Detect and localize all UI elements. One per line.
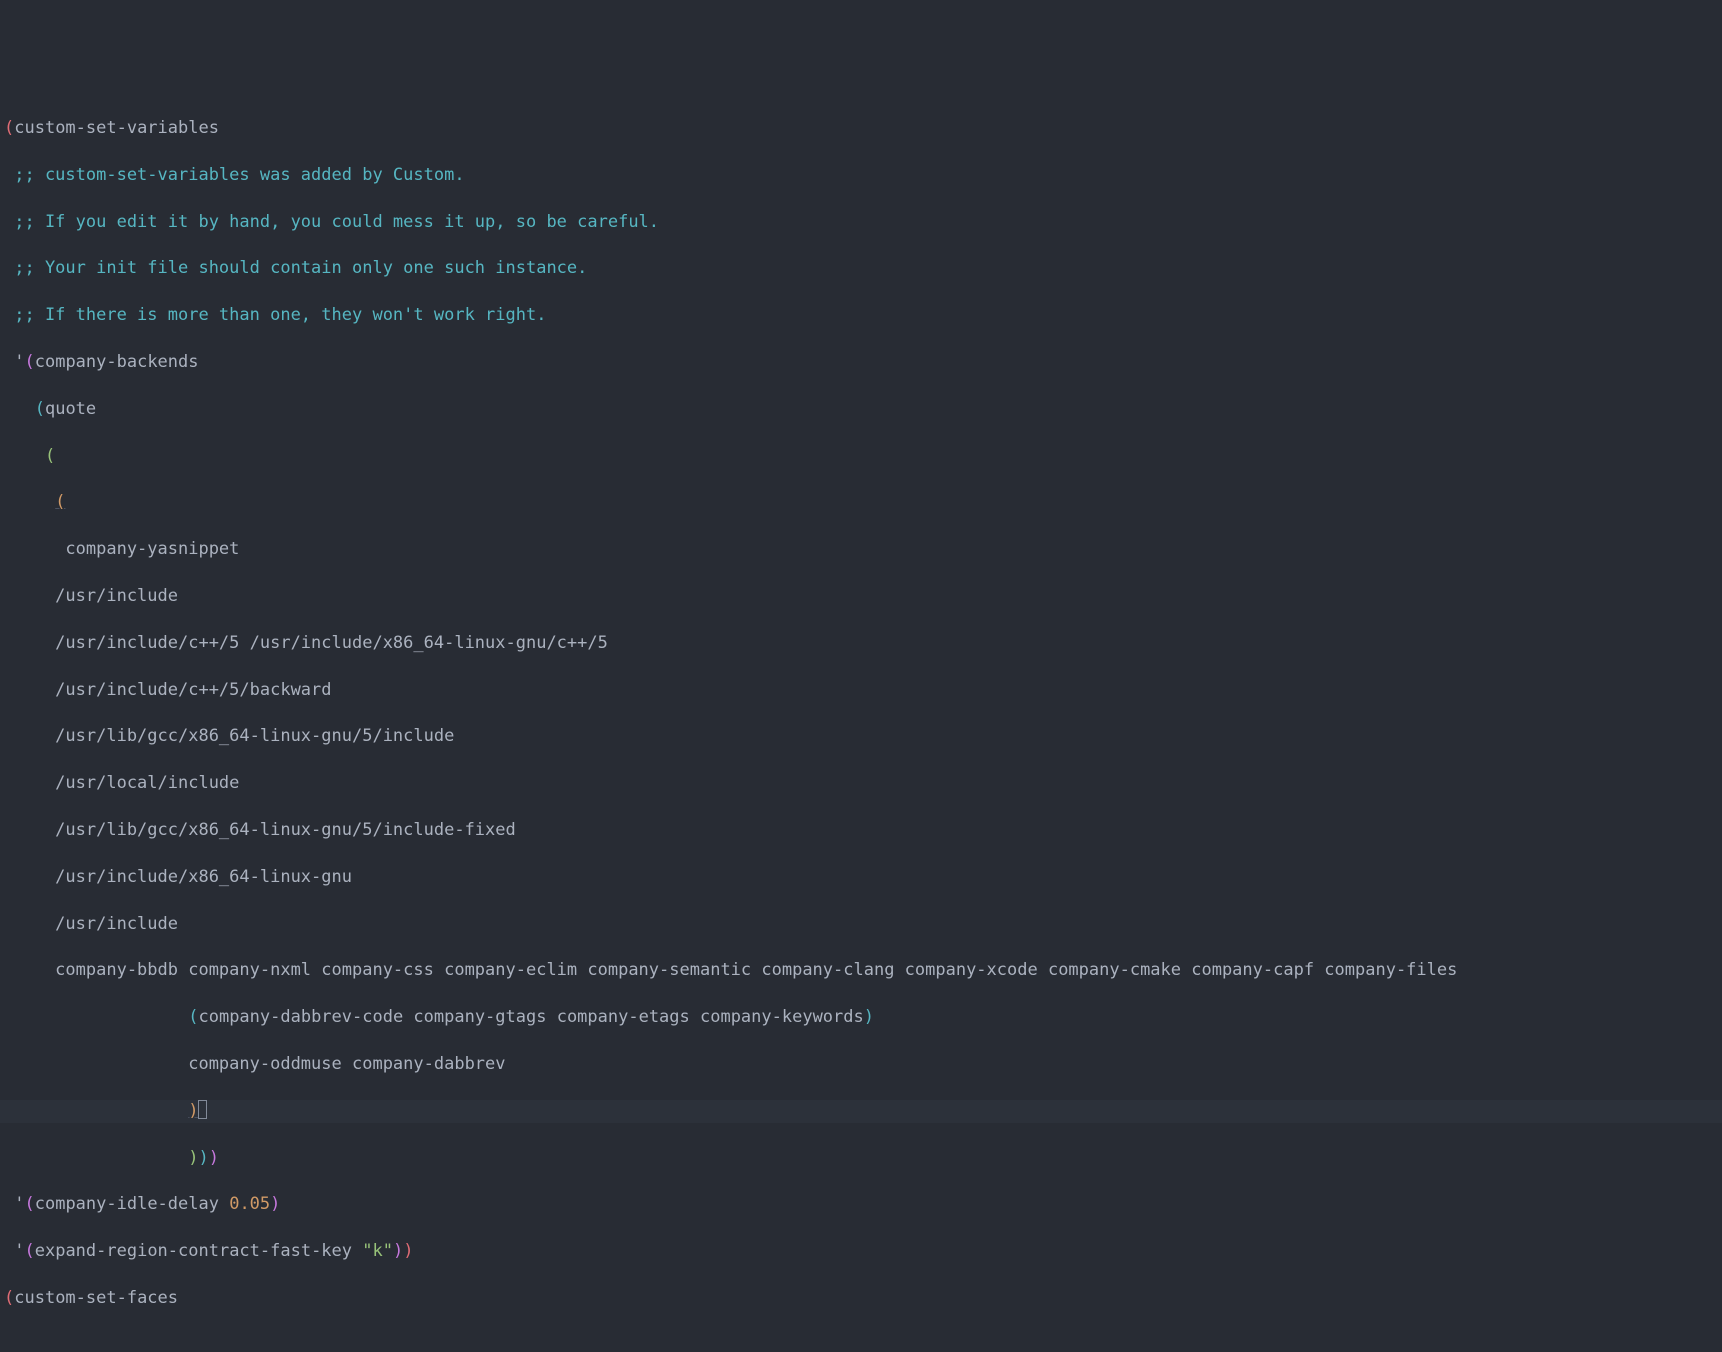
code-line: company-yasnippet: [0, 538, 1722, 561]
symbol: expand-region-contract-fast-key: [35, 1241, 363, 1261]
symbol-list: company-bbdb company-nxml company-css co…: [4, 960, 1457, 980]
code-line: (quote: [0, 398, 1722, 421]
paren: ): [209, 1148, 219, 1168]
paren: (: [188, 1007, 198, 1027]
code-line-current: ): [0, 1100, 1722, 1123]
code-line: (company-dabbrev-code company-gtags comp…: [0, 1006, 1722, 1029]
code-line: (: [0, 445, 1722, 468]
code-line: /usr/include/x86_64-linux-gnu: [0, 866, 1722, 889]
symbol: company-yasnippet: [4, 539, 239, 559]
paren: ): [864, 1007, 874, 1027]
code-line: company-bbdb company-nxml company-css co…: [0, 959, 1722, 982]
comment: ;; custom-set-variables was added by Cus…: [4, 165, 465, 185]
number: 0.05: [229, 1194, 270, 1214]
code-line: ;; If there is more than one, they won't…: [0, 304, 1722, 327]
string: "k": [362, 1241, 393, 1261]
paren: ): [270, 1194, 280, 1214]
paren: (: [45, 446, 55, 466]
paren: ): [393, 1241, 403, 1261]
symbol: quote: [45, 399, 96, 419]
code-line: ))): [0, 1147, 1722, 1170]
paren: (: [24, 1194, 34, 1214]
code-line: /usr/lib/gcc/x86_64-linux-gnu/5/include: [0, 725, 1722, 748]
code-line: /usr/include/c++/5 /usr/include/x86_64-l…: [0, 632, 1722, 655]
cursor-icon: [198, 1100, 207, 1119]
path: /usr/include: [4, 914, 178, 934]
code-editor[interactable]: (custom-set-variables ;; custom-set-vari…: [0, 94, 1722, 1334]
code-line: /usr/include/c++/5/backward: [0, 679, 1722, 702]
comment: ;; Your init file should contain only on…: [4, 258, 587, 278]
paren: (: [55, 492, 65, 512]
code-line: ;; custom-set-variables was added by Cus…: [0, 164, 1722, 187]
path: /usr/lib/gcc/x86_64-linux-gnu/5/include-…: [4, 820, 516, 840]
symbol: custom-set-faces: [14, 1288, 178, 1308]
paren: ): [188, 1101, 198, 1121]
code-line: /usr/include: [0, 913, 1722, 936]
code-line: /usr/include: [0, 585, 1722, 608]
paren: ): [188, 1148, 198, 1168]
path: /usr/include/x86_64-linux-gnu: [4, 867, 352, 887]
code-line: /usr/local/include: [0, 772, 1722, 795]
code-line: '(company-idle-delay 0.05): [0, 1193, 1722, 1216]
symbol-list: company-dabbrev-code company-gtags compa…: [198, 1007, 863, 1027]
comment: ;; If there is more than one, they won't…: [4, 305, 546, 325]
code-line: '(company-backends: [0, 351, 1722, 374]
paren: (: [24, 1241, 34, 1261]
code-line: (custom-set-variables: [0, 117, 1722, 140]
path: /usr/lib/gcc/x86_64-linux-gnu/5/include: [4, 726, 454, 746]
paren: (: [4, 1288, 14, 1308]
code-line: '(expand-region-contract-fast-key "k")): [0, 1240, 1722, 1263]
quote: ': [4, 1241, 24, 1261]
comment: ;; If you edit it by hand, you could mes…: [4, 212, 659, 232]
paren: (: [24, 352, 34, 372]
symbol: company-idle-delay: [35, 1194, 229, 1214]
symbol-list: company-oddmuse company-dabbrev: [4, 1054, 506, 1074]
code-line: company-oddmuse company-dabbrev: [0, 1053, 1722, 1076]
code-line: ;; If you edit it by hand, you could mes…: [0, 211, 1722, 234]
paren: ): [403, 1241, 413, 1261]
code-line: ;; Your init file should contain only on…: [0, 257, 1722, 280]
code-line: (custom-set-faces: [0, 1287, 1722, 1310]
symbol: company-backends: [35, 352, 199, 372]
path: /usr/include/c++/5/backward: [4, 680, 332, 700]
path: /usr/local/include: [4, 773, 239, 793]
code-line: (: [0, 491, 1722, 514]
paren: ): [198, 1148, 208, 1168]
paren: (: [4, 118, 14, 138]
symbol: custom-set-variables: [14, 118, 219, 138]
path: /usr/include: [4, 586, 178, 606]
quote: ': [4, 1194, 24, 1214]
code-line: /usr/lib/gcc/x86_64-linux-gnu/5/include-…: [0, 819, 1722, 842]
path: /usr/include/c++/5 /usr/include/x86_64-l…: [4, 633, 608, 653]
quote: ': [4, 352, 24, 372]
paren: (: [35, 399, 45, 419]
